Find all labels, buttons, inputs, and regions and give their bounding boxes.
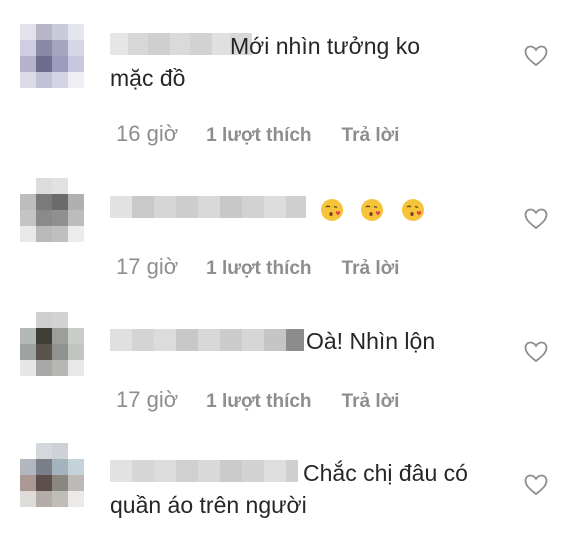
comment-time[interactable]: 16 giờ [116,121,178,147]
comment-item: Mới nhìn tưởng ko mặc đồ 16 giờ 1 lượt t… [0,0,582,165]
kissing-face-with-heart-emoji [401,198,424,221]
like-heart-icon[interactable] [524,341,548,363]
comment-time[interactable]: 17 giờ [116,387,178,413]
username-blurred[interactable] [110,196,306,218]
comment-text-line-2: mặc đồ [110,65,186,91]
kissing-face-with-heart-emoji [361,198,384,221]
comment-likes[interactable]: 1 lượt thích [206,258,311,280]
comment-item: Chắc chị đâu có quần áo trên người [0,430,582,534]
reply-button[interactable]: Trả lời [342,391,400,413]
comment-text-line-1: Chắc chị đâu có [303,460,468,486]
comment-emojis [320,192,435,224]
comment-likes[interactable]: 1 lượt thích [206,391,311,413]
avatar[interactable] [20,312,84,376]
comment-item: Oà! Nhìn lộn 17 giờ 1 lượt thích Trả lời [0,300,582,430]
like-heart-icon[interactable] [524,45,548,67]
comment-likes[interactable]: 1 lượt thích [206,125,311,147]
reply-button[interactable]: Trả lời [342,125,400,147]
comment-text-line-1: Oà! Nhìn lộn [306,328,436,354]
avatar[interactable] [20,24,84,88]
username-blurred[interactable] [110,460,298,482]
comment-text-line-2: quần áo trên người [110,492,307,518]
comment-meta: 17 giờ 1 lượt thích Trả lời [116,387,399,413]
reply-button[interactable]: Trả lời [342,258,400,280]
avatar[interactable] [20,178,84,242]
like-heart-icon[interactable] [524,474,548,496]
username-blurred[interactable] [110,329,304,351]
comment-text-line-1: Mới nhìn tưởng ko [230,33,421,59]
comment-time[interactable]: 17 giờ [116,254,178,280]
comment-item: 17 giờ 1 lượt thích Trả lời [0,165,582,300]
comment-meta: 17 giờ 1 lượt thích Trả lời [116,254,399,280]
comment-meta: 16 giờ 1 lượt thích Trả lời [116,121,399,147]
kissing-face-with-heart-emoji [321,198,343,221]
like-heart-icon[interactable] [524,208,548,230]
avatar[interactable] [20,443,84,507]
